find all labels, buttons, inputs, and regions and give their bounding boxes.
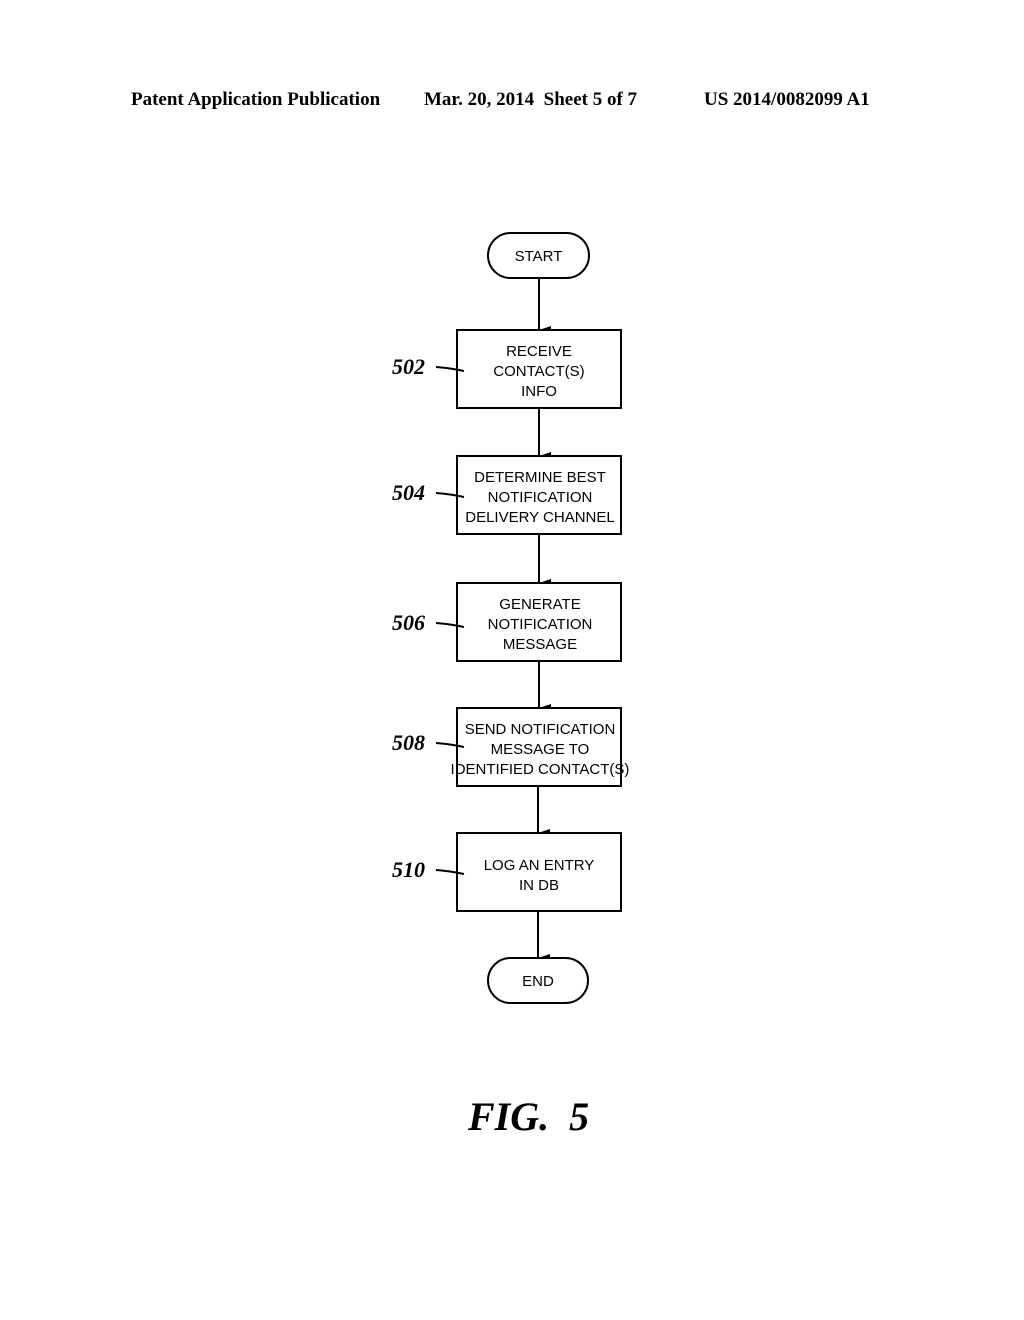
start-label: START — [515, 248, 563, 265]
step-506: GENERATE NOTIFICATION MESSAGE 506 — [392, 582, 622, 662]
step-506-line-2: NOTIFICATION — [488, 616, 593, 633]
step-508: SEND NOTIFICATION MESSAGE TO IDENTIFIED … — [392, 707, 630, 787]
ref-504: 504 — [392, 480, 425, 505]
step-510-line-2: IN DB — [519, 877, 559, 894]
step-506-line-1: GENERATE — [499, 596, 580, 613]
step-510-line-1: LOG AN ENTRY — [484, 857, 595, 874]
ref-510: 510 — [392, 857, 425, 882]
step-504-line-1: DETERMINE BEST — [474, 469, 606, 486]
step-508-line-3: IDENTIFIED CONTACT(S) — [451, 761, 630, 778]
ref-506: 506 — [392, 610, 425, 635]
step-508-line-1: SEND NOTIFICATION — [465, 721, 616, 738]
figure-label: FIG. 5 — [468, 1094, 590, 1139]
end-terminal: END — [487, 957, 589, 1004]
step-502: RECEIVE CONTACT(S) INFO 502 — [392, 329, 622, 409]
step-504-line-3: DELIVERY CHANNEL — [465, 509, 615, 526]
step-510: LOG AN ENTRY IN DB 510 — [392, 832, 622, 912]
step-504: DETERMINE BEST NOTIFICATION DELIVERY CHA… — [392, 455, 622, 535]
ref-502: 502 — [392, 354, 425, 379]
start-terminal: START — [487, 232, 590, 279]
step-502-line-3: INFO — [521, 383, 557, 400]
step-502-line-2: CONTACT(S) — [493, 363, 584, 380]
step-508-line-2: MESSAGE TO — [491, 741, 590, 758]
end-label: END — [522, 973, 554, 990]
step-504-line-2: NOTIFICATION — [488, 489, 593, 506]
step-506-line-3: MESSAGE — [503, 636, 577, 653]
step-502-line-1: RECEIVE — [506, 343, 572, 360]
ref-508: 508 — [392, 730, 425, 755]
